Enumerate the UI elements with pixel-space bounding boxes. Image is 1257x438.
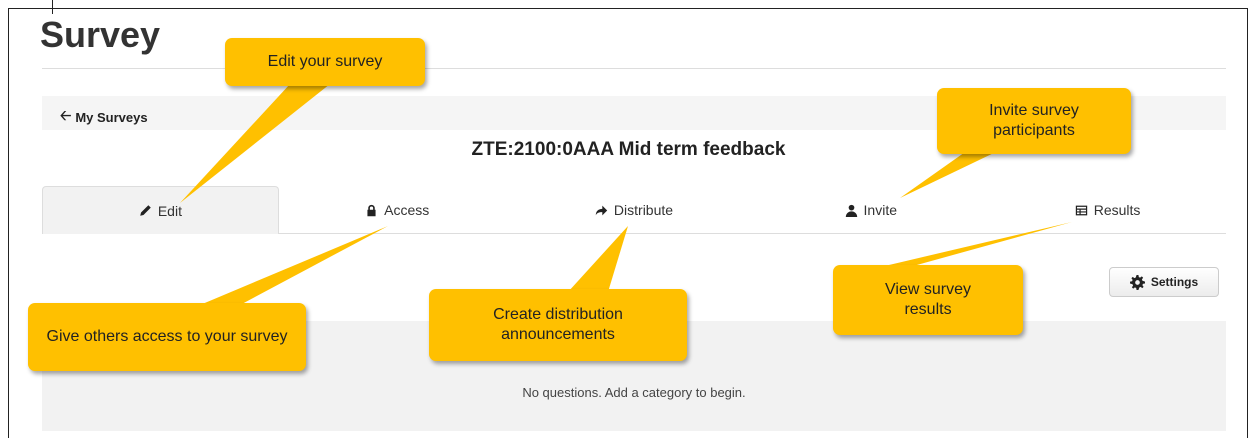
tab-results-label: Results <box>1093 202 1141 218</box>
arrow-left-icon: 🡠 <box>60 107 72 123</box>
tab-edit[interactable]: Edit <box>42 186 279 234</box>
pencil-icon <box>140 205 151 216</box>
title-divider <box>42 68 1226 69</box>
gear-icon <box>1129 274 1145 290</box>
distribute-callout: Create distribution announcements <box>429 289 687 361</box>
my-surveys-label: My Surveys <box>75 109 148 125</box>
lock-icon <box>367 204 376 216</box>
survey-tabs: Edit Access Distribute Invite Results <box>42 186 1226 234</box>
tab-invite[interactable]: Invite <box>752 186 989 233</box>
access-callout: Give others access to your survey <box>28 303 306 371</box>
share-arrow-icon <box>595 205 608 215</box>
settings-button[interactable]: Settings <box>1109 267 1219 297</box>
table-icon <box>1075 205 1087 215</box>
tab-edit-label: Edit <box>157 202 182 219</box>
tab-distribute[interactable]: Distribute <box>516 186 753 233</box>
tab-distribute-label: Distribute <box>613 202 674 218</box>
my-surveys-link[interactable]: 🡠 My Surveys <box>60 105 148 129</box>
results-callout: View survey results <box>833 265 1023 335</box>
tab-results[interactable]: Results <box>989 186 1226 233</box>
edit-callout: Edit your survey <box>225 38 425 86</box>
tab-access[interactable]: Access <box>279 186 516 233</box>
empty-message: No questions. Add a category to begin. <box>522 385 746 400</box>
tab-access-label: Access <box>384 202 430 218</box>
tab-invite-label: Invite <box>863 202 898 218</box>
page-title: Survey <box>40 14 161 55</box>
invite-callout: Invite survey participants <box>937 88 1131 154</box>
frame-tick <box>52 0 53 14</box>
settings-label: Settings <box>1150 275 1199 289</box>
user-icon <box>845 204 857 217</box>
